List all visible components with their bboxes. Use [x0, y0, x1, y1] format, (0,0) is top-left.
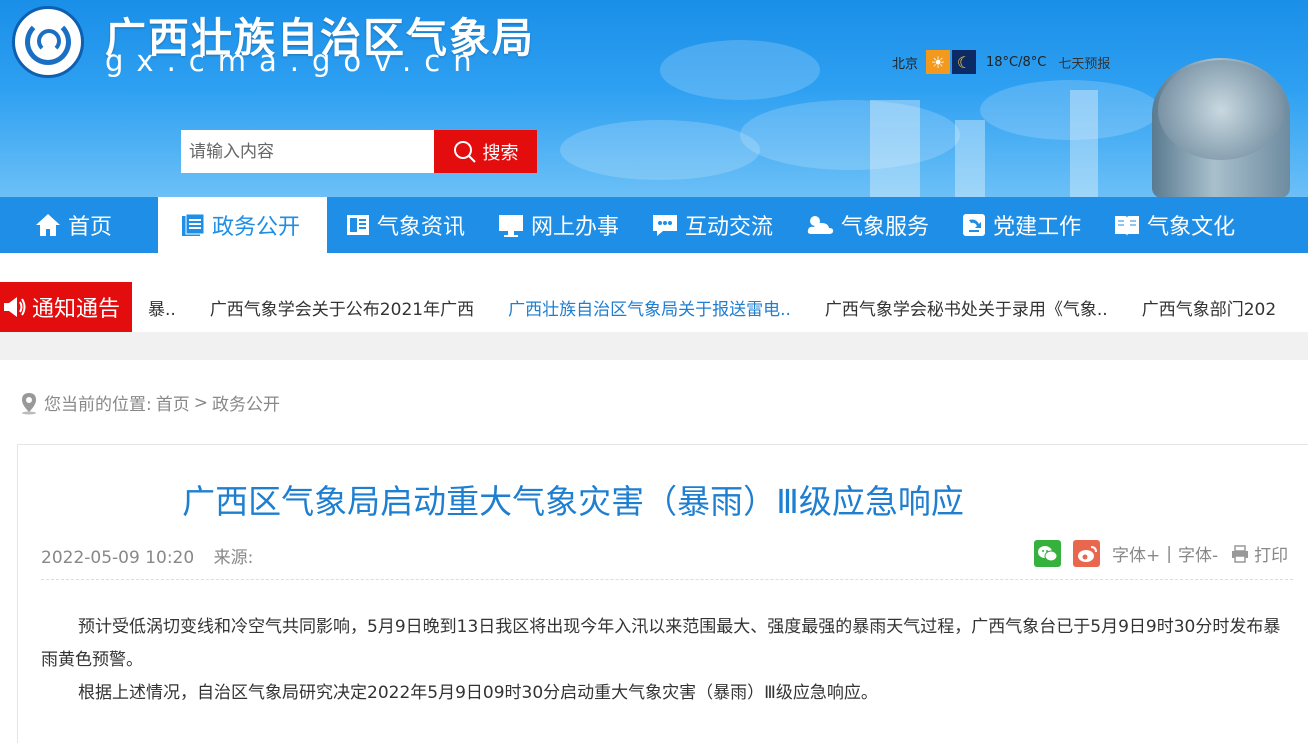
news-icon — [347, 215, 369, 235]
wechat-share-button[interactable] — [1034, 540, 1061, 567]
weibo-icon — [1077, 545, 1097, 562]
book-icon — [1115, 216, 1140, 236]
cma-logo[interactable] — [12, 6, 84, 78]
notice-ticker: 暴.. 广西气象学会关于公布2021年广西 广西壮族自治区气象局关于报送雷电..… — [132, 295, 1294, 320]
pagoda-decoration — [870, 100, 920, 197]
notice-item[interactable]: 广西气象部门202 — [1126, 295, 1294, 320]
bronze-drum-top-decoration — [1158, 60, 1284, 160]
megaphone-icon — [4, 297, 26, 317]
nav-item-label: 党建工作 — [993, 215, 1082, 240]
nav-item-government-affairs[interactable]: 政务公开 — [158, 197, 327, 253]
notice-tag: 通知通告 — [0, 282, 132, 332]
nav-item-label: 气象资讯 — [377, 215, 466, 240]
article-meta: 2022-05-09 10:20 来源: — [41, 543, 253, 568]
chat-icon — [653, 215, 678, 236]
computer-icon — [499, 215, 524, 237]
cloud-decoration — [740, 100, 960, 170]
printer-icon — [1232, 544, 1249, 563]
location-pin-icon — [22, 392, 36, 414]
article-paragraph: 根据上述情况，自治区气象局研究决定2022年5月9日09时30分启动重大气象灾害… — [78, 683, 878, 703]
print-button[interactable]: 打印 — [1254, 541, 1288, 566]
notice-bar: 通知通告 暴.. 广西气象学会关于公布2021年广西 广西壮族自治区气象局关于报… — [0, 282, 1308, 332]
notice-item[interactable]: 广西气象学会秘书处关于录用《气象.. — [809, 295, 1126, 320]
search-input[interactable] — [181, 130, 434, 173]
weather-widget: 北京 ☀ ☾ 18°C/8°C 七天预报 — [892, 50, 1110, 74]
party-icon — [963, 214, 986, 236]
nav-item-weather-news[interactable]: 气象资讯 — [327, 197, 479, 253]
weather-icon — [807, 216, 834, 234]
notice-item[interactable]: 广西壮族自治区气象局关于报送雷电.. — [492, 295, 809, 320]
article-title: 广西区气象局启动重大气象灾害（暴雨）Ⅲ级应急响应 — [182, 482, 964, 521]
search-icon — [453, 140, 476, 163]
nav-item-weather-services[interactable]: 气象服务 — [787, 197, 943, 253]
cloud-decoration — [660, 40, 820, 100]
nav-item-online-services[interactable]: 网上办事 — [479, 197, 633, 253]
article-date: 2022-05-09 10:20 — [41, 548, 195, 568]
site-header: 广西壮族自治区气象局 gx.cma.gov.cn 北京 ☀ ☾ 18°C/8°C… — [0, 0, 1308, 197]
notice-tag-label: 通知通告 — [32, 297, 121, 322]
nav-item-label: 首页 — [68, 215, 113, 240]
search-bar: 搜索 — [181, 130, 537, 173]
article-body: 预计受低涡切变线和冷空气共同影响，5月9日晚到13日我区将出现今年入汛以来范围最… — [41, 611, 1297, 710]
section-divider-band — [0, 332, 1308, 360]
nav-item-label: 气象服务 — [841, 215, 930, 240]
article-source-label: 来源: — [213, 548, 254, 568]
breadcrumb-current[interactable]: 政务公开 — [212, 390, 280, 415]
wechat-icon — [1037, 545, 1057, 561]
search-button[interactable]: 搜索 — [434, 130, 537, 173]
nav-item-home[interactable]: 首页 — [0, 197, 158, 253]
weather-city: 北京 — [892, 56, 919, 72]
cloud-decoration — [560, 120, 760, 180]
font-decrease-button[interactable]: 字体- — [1178, 541, 1218, 566]
main-nav: 首页 政务公开 气象资讯 网上办事 互动交流 气象服务 党建工作 气象文化 — [0, 197, 1308, 253]
document-icon — [182, 213, 205, 236]
nav-item-label: 网上办事 — [531, 215, 620, 240]
notice-item[interactable]: 暴.. — [132, 295, 194, 320]
nav-item-weather-culture[interactable]: 气象文化 — [1095, 197, 1249, 253]
nav-item-label: 互动交流 — [685, 215, 774, 240]
weibo-share-button[interactable] — [1073, 540, 1100, 567]
moon-icon: ☾ — [952, 50, 977, 74]
breadcrumb-prefix: 您当前的位置: — [44, 395, 152, 415]
article-tools: 字体+ | 字体- 打印 — [1034, 540, 1288, 567]
font-increase-button[interactable]: 字体+ — [1112, 541, 1160, 566]
nav-item-party-work[interactable]: 党建工作 — [943, 197, 1095, 253]
meta-divider — [41, 579, 1293, 580]
breadcrumb-separator: > — [193, 392, 208, 413]
logo-swirl — [37, 29, 61, 53]
tower-decoration — [1070, 90, 1098, 197]
site-domain: gx.cma.gov.cn — [105, 44, 485, 78]
breadcrumb: 您当前的位置: 首页 > 政务公开 — [18, 390, 284, 415]
nav-item-interaction[interactable]: 互动交流 — [633, 197, 787, 253]
tower-decoration — [955, 120, 985, 197]
tool-separator: | — [1166, 543, 1172, 564]
search-button-label: 搜索 — [482, 142, 519, 164]
article-paragraph: 预计受低涡切变线和冷空气共同影响，5月9日晚到13日我区将出现今年入汛以来范围最… — [41, 617, 1281, 670]
article-card: 广西区气象局启动重大气象灾害（暴雨）Ⅲ级应急响应 2022-05-09 10:2… — [17, 444, 1308, 743]
notice-item[interactable]: 广西气象学会关于公布2021年广西 — [194, 295, 492, 320]
weather-temperature: 18°C/8°C — [986, 54, 1047, 70]
home-icon — [36, 214, 60, 236]
breadcrumb-home-link[interactable]: 首页 — [156, 390, 190, 415]
nav-item-label: 政务公开 — [212, 215, 301, 240]
nav-item-label: 气象文化 — [1147, 215, 1236, 240]
seven-day-forecast-link[interactable]: 七天预报 — [1058, 53, 1110, 72]
sun-icon: ☀ — [926, 50, 951, 74]
